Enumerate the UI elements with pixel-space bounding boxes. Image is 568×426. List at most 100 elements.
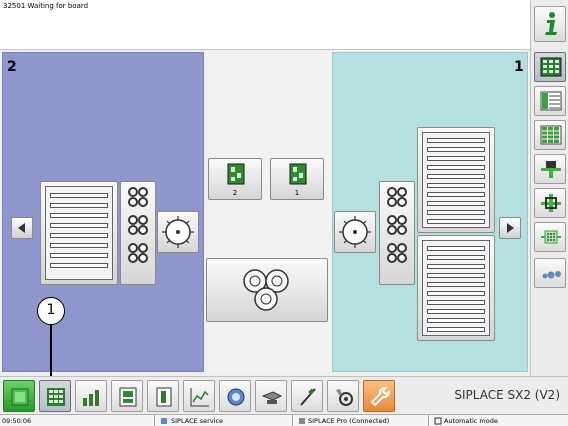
conveyor-lane-1: 1 <box>332 52 528 372</box>
nozzle-icon <box>542 271 561 279</box>
pcb-icon <box>289 163 307 185</box>
revolver-head-icon <box>339 216 371 248</box>
feeder-track <box>50 263 108 268</box>
board-button-2[interactable]: 2 <box>208 158 262 200</box>
chart-icon <box>190 388 209 407</box>
head-position-button[interactable] <box>534 188 566 218</box>
status-divider <box>154 415 155 426</box>
feeder-bank-panel-lower[interactable] <box>417 235 495 341</box>
board-transfer-area: 2 1 <box>204 52 332 372</box>
machine-view: 2 2 1 1 <box>0 50 530 376</box>
status-divider <box>428 415 429 426</box>
message-bar: 32501 Waiting for board <box>0 0 530 50</box>
feeder-track <box>427 174 485 179</box>
callout-marker: 1 <box>37 297 65 325</box>
feeder-track <box>427 264 485 269</box>
bottom-toolbar: SIPLACE SX2 (V2) <box>0 376 568 414</box>
feeder-track <box>427 183 485 188</box>
nozzle-storage-icon <box>243 269 289 311</box>
feeder-track <box>50 243 108 248</box>
board-label: 2 <box>232 189 238 197</box>
component-tray-button[interactable] <box>534 222 566 252</box>
feeder-track <box>427 327 485 332</box>
status-service: SIPLACE service <box>171 417 224 425</box>
service-status-icon <box>160 416 168 426</box>
feeder-track <box>427 147 485 152</box>
nozzle-storage-panel[interactable] <box>206 258 328 322</box>
tweezers-icon <box>300 388 316 406</box>
feeder-bank-panel-upper[interactable] <box>417 127 495 233</box>
camera-icon <box>227 388 245 406</box>
feeder-grid-icon <box>540 125 562 145</box>
feeder-track <box>427 192 485 197</box>
info-icon <box>545 12 557 35</box>
feeder-track <box>427 300 485 305</box>
feeder-track <box>50 233 108 238</box>
camera-button[interactable] <box>219 380 251 412</box>
feeder-track <box>50 193 108 198</box>
feeder-track <box>427 165 485 170</box>
lane-number: 1 <box>514 59 524 75</box>
arrow-right-icon <box>507 223 514 233</box>
feeder-bank-panel[interactable] <box>40 181 118 285</box>
placement-head-panel[interactable] <box>157 211 199 253</box>
info-button[interactable] <box>534 6 566 42</box>
nozzle-changer-icon <box>128 187 148 263</box>
arrow-left-icon <box>18 223 25 233</box>
head-position-icon <box>541 194 561 212</box>
conveyor-button[interactable] <box>255 380 287 412</box>
nozzle-changer-icon <box>387 187 407 263</box>
status-mode: Automatic mode <box>444 417 498 425</box>
placement-head-panel[interactable] <box>334 211 376 253</box>
board-label: 1 <box>294 189 300 197</box>
lane-number: 2 <box>7 59 17 75</box>
revolver-head-icon <box>162 216 194 248</box>
board-icon <box>119 387 137 407</box>
board-button[interactable] <box>111 380 143 412</box>
wrench-button[interactable] <box>363 380 395 412</box>
feeder-track <box>427 156 485 161</box>
conveyor-lane-2: 2 <box>2 52 204 372</box>
feeder-track <box>50 213 108 218</box>
move-left-button[interactable] <box>11 217 33 239</box>
feeder-bank <box>422 132 490 228</box>
board-button-1[interactable]: 1 <box>270 158 324 200</box>
service-button[interactable] <box>327 380 359 412</box>
nozzle-button[interactable] <box>534 258 566 288</box>
nozzle-changer-panel[interactable] <box>120 181 156 285</box>
move-right-button[interactable] <box>499 217 521 239</box>
nozzle-changer-panel[interactable] <box>379 181 415 285</box>
statistics-button[interactable] <box>75 380 107 412</box>
tweezers-button[interactable] <box>291 380 323 412</box>
statistics-icon <box>83 390 99 406</box>
callout-line <box>50 325 52 382</box>
feeder-grid-button[interactable] <box>534 120 566 150</box>
feeder-track <box>427 282 485 287</box>
production-button[interactable] <box>3 380 35 412</box>
placement-head-icon <box>541 161 561 178</box>
feeder-track <box>427 210 485 215</box>
right-toolbar <box>530 0 568 376</box>
pro-status-icon <box>298 416 306 426</box>
feeder-track <box>427 246 485 251</box>
placement-head-button[interactable] <box>534 154 566 184</box>
production-icon <box>11 388 29 406</box>
status-time: 09:50:06 <box>2 417 32 425</box>
feeder-track <box>50 203 108 208</box>
status-bar: 09:50:06 SIPLACE service SIPLACE Pro (Co… <box>0 414 568 426</box>
feeder-table-icon <box>540 91 562 111</box>
pcb-view-icon <box>540 57 562 77</box>
docs-button[interactable] <box>147 380 179 412</box>
status-pro: SIPLACE Pro (Connected) <box>308 417 390 425</box>
feeder-track <box>50 223 108 228</box>
feeder-track <box>427 255 485 260</box>
feeder-layout-button[interactable] <box>39 380 71 412</box>
feeder-bank <box>422 240 490 336</box>
feeder-track <box>427 219 485 224</box>
service-icon <box>336 389 353 406</box>
pcb-view-button[interactable] <box>534 52 566 82</box>
component-tray-icon <box>541 230 561 244</box>
chart-button[interactable] <box>183 380 215 412</box>
feeder-table-button[interactable] <box>534 86 566 116</box>
status-divider <box>292 415 293 426</box>
